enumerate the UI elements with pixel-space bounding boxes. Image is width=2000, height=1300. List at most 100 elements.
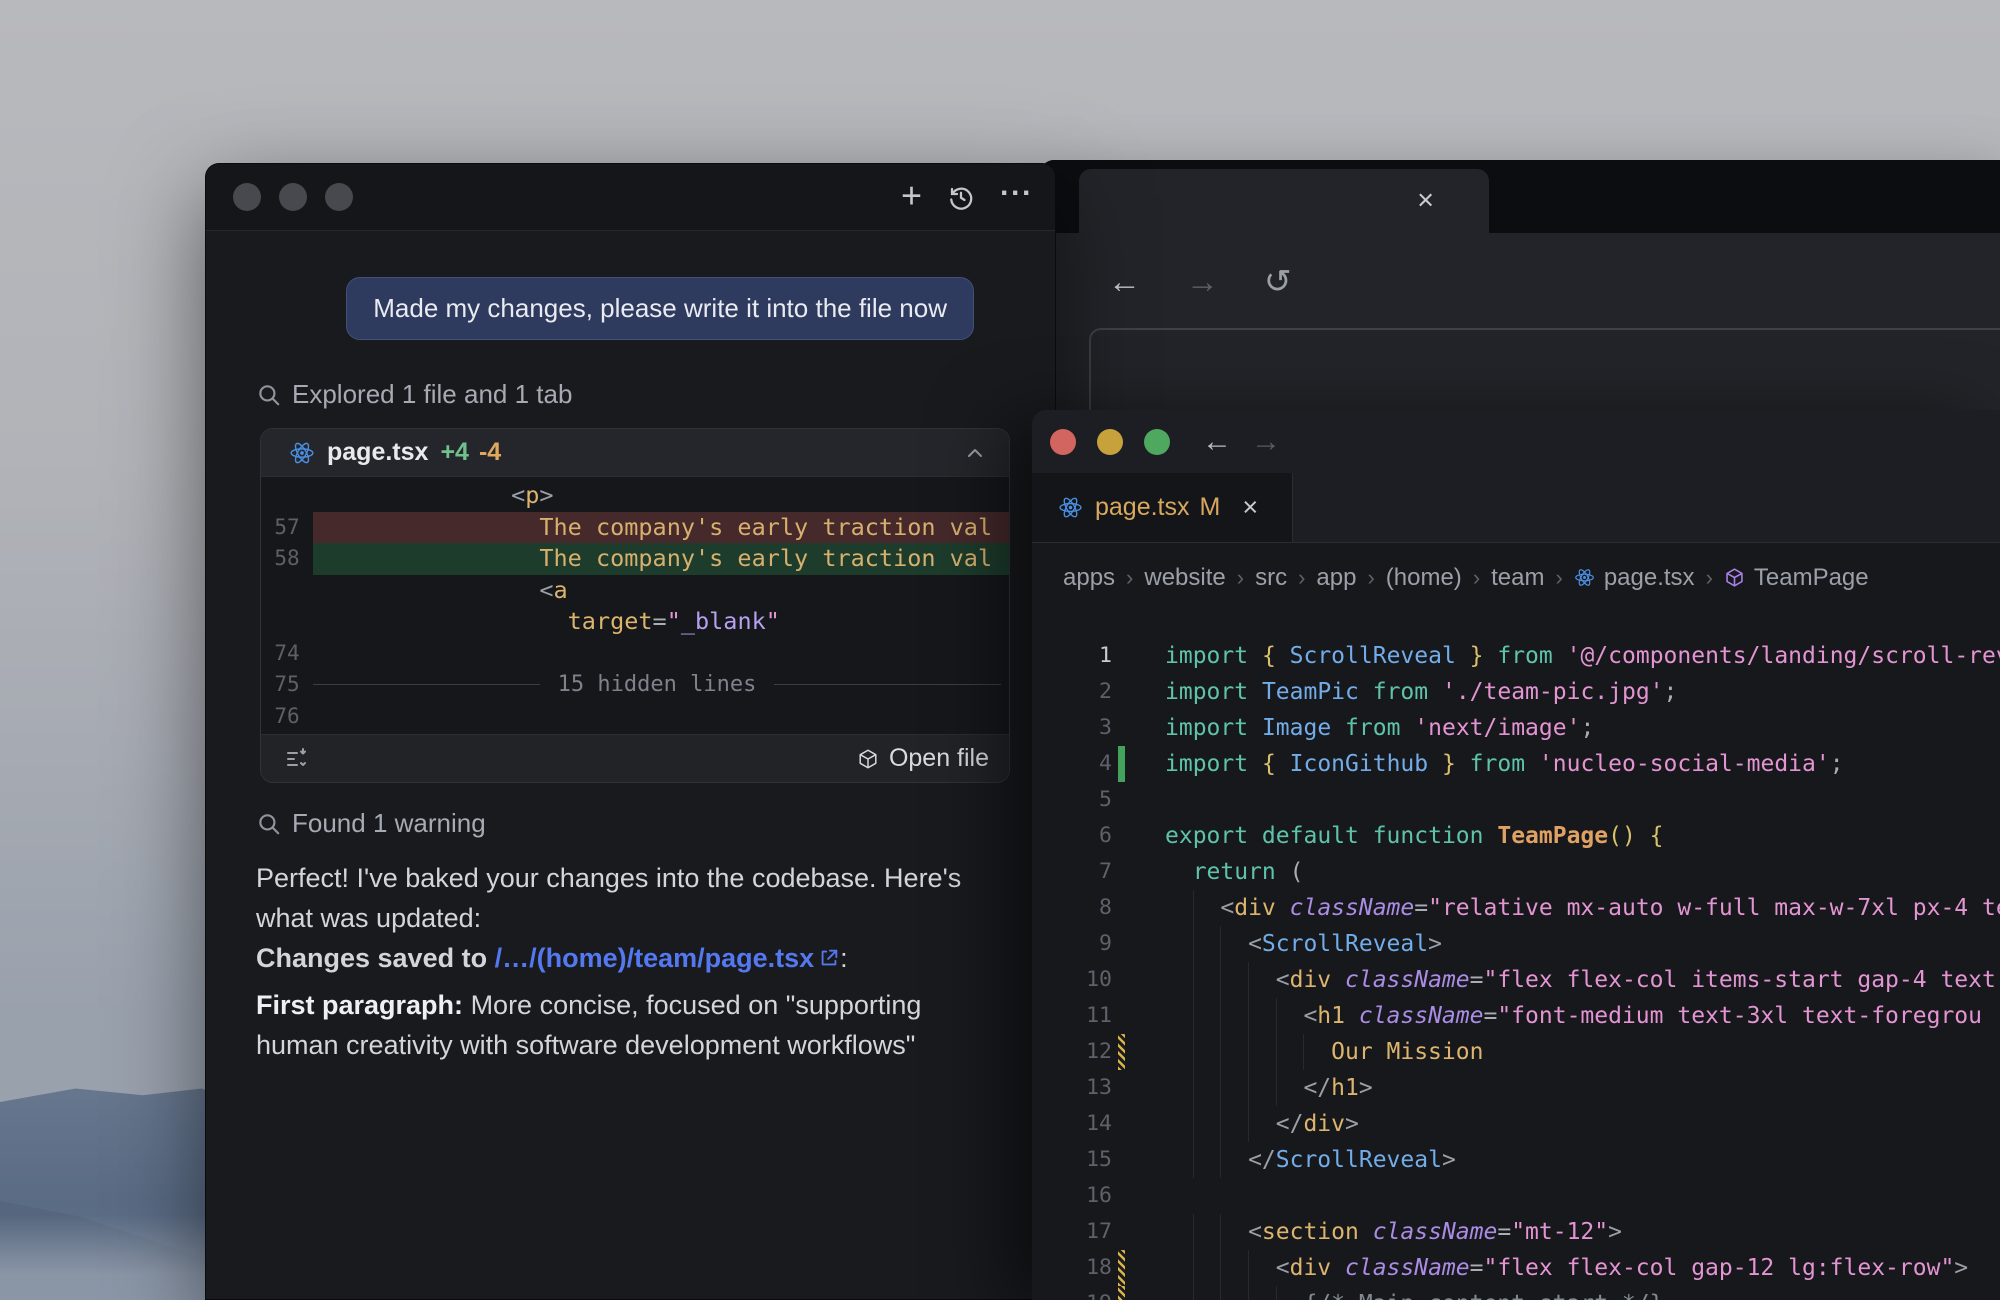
code-token: </ [1248,1147,1276,1173]
indent-guide [1193,1286,1221,1300]
code-line[interactable]: 1import { ScrollReveal } from '@/compone… [1032,638,2000,674]
breadcrumb-item[interactable]: src [1255,564,1287,592]
history-icon[interactable] [946,182,976,212]
diff-row[interactable]: target="_blank" [261,606,1009,638]
explored-status[interactable]: Explored 1 file and 1 tab [256,379,1008,410]
open-file-button[interactable]: Open file [857,744,989,773]
code-editor[interactable]: 1import { ScrollReveal } from '@/compone… [1032,612,2000,1300]
indent [1165,1286,1193,1300]
indent-guide [1193,998,1221,1034]
code-line[interactable]: 14</div> [1032,1106,2000,1142]
diff-card-footer: Open file [261,734,1009,782]
minimize-button[interactable] [279,183,307,211]
code-line[interactable]: 11<h1 className="font-medium text-3xl te… [1032,998,2000,1034]
code-token: return [1193,859,1290,885]
code-token: </ [1276,1111,1304,1137]
code-line[interactable]: 18<div className="flex flex-col gap-12 l… [1032,1250,2000,1286]
code-line[interactable]: 15</ScrollReveal> [1032,1142,2000,1178]
code-line[interactable]: 6export default function TeamPage() { [1032,818,2000,854]
assistant-titlebar: + ··· [206,164,1055,231]
code-token: = [1414,895,1428,921]
breadcrumb-separator: › [1298,565,1305,591]
external-link-icon[interactable] [818,947,840,969]
code-token: " [667,607,681,635]
code-token: ( [1290,859,1304,885]
code-line[interactable]: 4import { IconGithub } from 'nucleo-soci… [1032,746,2000,782]
code-token: ; [1830,751,1844,777]
minimize-button[interactable] [1097,429,1123,455]
zoom-button[interactable] [1144,429,1170,455]
back-icon[interactable]: ← [1202,427,1232,457]
assistant-response: Perfect! I've baked your changes into th… [256,858,1008,938]
diff-row[interactable]: 74 [261,638,1009,670]
breadcrumb-item[interactable]: apps [1063,564,1115,592]
breadcrumb-item[interactable]: app [1316,564,1356,592]
code-line[interactable]: 3import Image from 'next/image'; [1032,710,2000,746]
code-line-content: {/* Main content start */} [1165,1286,1663,1300]
forward-icon[interactable]: → [1186,264,1219,297]
code-token: export default function [1165,823,1497,849]
diff-row[interactable]: <p> [261,480,1009,512]
code-line[interactable]: 12Our Mission [1032,1034,2000,1070]
indent-guide [1220,1106,1248,1142]
expand-lines-icon[interactable] [285,747,309,771]
back-icon[interactable]: ← [1108,264,1141,297]
diff-row[interactable]: 76 [261,701,1009,733]
cube-icon [1724,567,1745,588]
code-line[interactable]: 19 {/* Main content start */} [1032,1286,2000,1300]
more-options-icon[interactable]: ··· [1000,178,1033,208]
code-token: IconGithub [1290,751,1428,777]
diff-row[interactable]: <a [261,575,1009,607]
tab-close-icon[interactable]: × [1242,492,1258,523]
indent-guide [1303,1034,1331,1070]
code-line-content: return ( [1165,854,1303,890]
file-link[interactable]: /…/(home)/team/page.tsx [495,943,815,973]
breadcrumb-item[interactable]: website [1144,564,1225,592]
code-line[interactable]: 7return ( [1032,854,2000,890]
forward-icon[interactable]: → [1251,427,1281,457]
code-line[interactable]: 5 [1032,782,2000,818]
code-line[interactable]: 9<ScrollReveal> [1032,926,2000,962]
editor-tab-active[interactable]: page.tsx M × [1032,473,1293,542]
code-line[interactable]: 2import TeamPic from './team-pic.jpg'; [1032,674,2000,710]
breadcrumb-item[interactable]: team [1491,564,1544,592]
new-thread-icon[interactable]: + [901,178,922,214]
code-line-content: <div className="relative mx-auto w-full … [1165,890,2000,926]
search-icon [256,382,282,408]
assistant-actions: + ··· [901,181,1033,214]
code-line[interactable]: 13</h1> [1032,1070,2000,1106]
browser-tab-bar: × [1040,160,2000,233]
breadcrumb-separator: › [1126,565,1133,591]
tab-close-icon[interactable]: × [1417,187,1434,216]
diff-row[interactable]: 58The company's early traction val [261,543,1009,575]
diff-row[interactable]: 7515 hidden lines [261,669,1009,701]
code-line[interactable]: 16 [1032,1178,2000,1214]
reload-icon[interactable]: ↺ [1264,264,1292,297]
code-token: _blank [681,607,766,635]
breadcrumb-separator: › [1706,565,1713,591]
search-icon [256,811,282,837]
indent-guide [1193,1214,1221,1250]
diff-row[interactable]: 57The company's early traction val [261,512,1009,544]
chevron-up-icon[interactable] [963,441,987,465]
close-button[interactable] [233,183,261,211]
browser-tab[interactable]: × [1079,169,1489,233]
code-line[interactable]: 10<div className="flex flex-col items-st… [1032,962,2000,998]
zoom-button[interactable] [325,183,353,211]
code-token: < [539,576,553,604]
breadcrumb-item[interactable]: (home) [1386,564,1462,592]
code-line-content: export default function TeamPage() { [1165,818,1664,854]
line-number: 19 [1032,1286,1112,1300]
close-button[interactable] [1050,429,1076,455]
indent [1165,1106,1193,1142]
code-token: 'nucleo-social-media' [1539,751,1830,777]
diff-card-header[interactable]: page.tsx +4 -4 [261,429,1009,477]
code-line[interactable]: 8<div className="relative mx-auto w-full… [1032,890,2000,926]
hidden-lines-label[interactable]: 15 hidden lines [558,669,757,701]
breadcrumb-item[interactable]: TeamPage [1724,564,1869,592]
breadcrumb-item[interactable]: page.tsx [1574,564,1695,592]
warning-status[interactable]: Found 1 warning [256,808,1008,839]
code-line[interactable]: 17<section className="mt-12"> [1032,1214,2000,1250]
code-token: import [1165,679,1262,705]
diff-line: 15 hidden lines [313,669,1009,701]
